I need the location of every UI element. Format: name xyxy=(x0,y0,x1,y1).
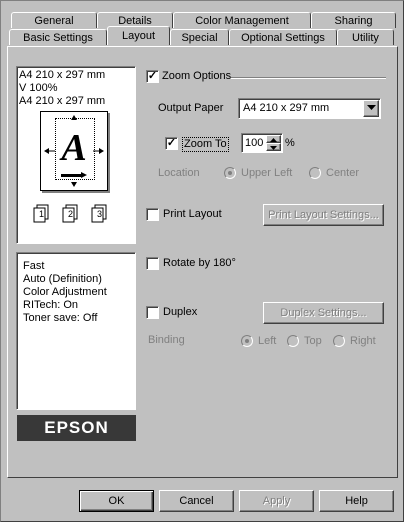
chevron-down-icon xyxy=(366,105,376,111)
print-layout-label: Print Layout xyxy=(163,208,222,220)
arrow-down-icon xyxy=(270,146,277,150)
binding-right-radio[interactable] xyxy=(333,335,345,347)
print-layout-checkbox[interactable] xyxy=(146,208,159,221)
summary-list: Fast Auto (Definition) Color Adjustment … xyxy=(23,260,107,325)
zoom-to-label: Zoom To xyxy=(182,137,229,152)
preview-info: A4 210 x 297 mm V 100% A4 210 x 297 mm xyxy=(19,69,105,108)
tab-layout-label: Layout xyxy=(121,30,156,42)
ok-button[interactable]: OK xyxy=(79,490,154,512)
tab-optional-settings[interactable]: Optional Settings xyxy=(229,29,337,45)
page-preview: A xyxy=(40,111,108,191)
binding-right-label: Right xyxy=(350,335,376,347)
rotate-180-checkbox[interactable] xyxy=(146,257,159,270)
zoom-percent-sign: % xyxy=(285,137,295,149)
tab-special[interactable]: Special xyxy=(170,29,229,45)
tab-optional-settings-label: Optional Settings xyxy=(241,32,325,44)
tab-general[interactable]: General xyxy=(11,12,97,28)
preview-output-line: A4 210 x 297 mm xyxy=(19,95,106,107)
arrow-up-icon xyxy=(270,138,277,142)
help-button[interactable]: Help xyxy=(319,490,394,512)
zoom-options-checkbox[interactable]: ✓ xyxy=(146,70,159,83)
location-label: Location xyxy=(158,167,200,179)
print-layout-settings-button[interactable]: Print Layout Settings... xyxy=(263,204,384,226)
binding-top-label: Top xyxy=(304,335,322,347)
zoom-arrows-icon xyxy=(44,115,104,187)
summary-item: RITech: On xyxy=(23,299,79,311)
tab-utility[interactable]: Utility xyxy=(337,29,394,45)
layout-preview-pane: A4 210 x 297 mm V 100% A4 210 x 297 mm A xyxy=(16,66,136,244)
copy-number-2: 2 xyxy=(68,209,74,219)
tab-color-management-label: Color Management xyxy=(195,15,289,27)
zoom-up-button[interactable] xyxy=(266,135,281,143)
epson-logo: EPSON xyxy=(17,415,136,441)
output-paper-label: Output Paper xyxy=(158,102,224,114)
zoom-options-group-line xyxy=(231,77,386,79)
cancel-button[interactable]: Cancel xyxy=(159,490,234,512)
tab-color-management[interactable]: Color Management xyxy=(173,12,311,28)
output-paper-dropdown-button[interactable] xyxy=(363,100,379,117)
zoom-options-label: Zoom Options xyxy=(162,70,232,82)
binding-left-label: Left xyxy=(258,335,277,347)
location-center-radio[interactable] xyxy=(309,167,321,179)
tab-basic-settings[interactable]: Basic Settings xyxy=(9,29,107,45)
tab-special-label: Special xyxy=(181,32,218,44)
rotate-180-label: Rotate by 180° xyxy=(163,257,236,269)
zoom-down-button[interactable] xyxy=(266,143,281,151)
summary-item: Toner save: Off xyxy=(23,312,98,324)
copy-number-3: 3 xyxy=(97,209,103,219)
location-center-label: Center xyxy=(326,167,360,179)
summary-item: Fast xyxy=(23,260,45,272)
zoom-percent-value: 100 xyxy=(245,137,264,149)
tab-utility-label: Utility xyxy=(352,32,379,44)
duplex-checkbox[interactable] xyxy=(146,306,159,319)
printer-properties-window: General Details Color Management Sharing… xyxy=(0,0,404,522)
duplex-label: Duplex xyxy=(163,306,198,318)
tab-sharing[interactable]: Sharing xyxy=(311,12,396,28)
zoom-to-checkbox[interactable]: ✓ xyxy=(165,137,178,150)
summary-item: Color Adjustment xyxy=(23,286,107,298)
collate-pages-icon xyxy=(33,204,107,223)
zoom-percent-spinner[interactable]: 100 xyxy=(241,133,283,153)
tab-general-label: General xyxy=(34,15,74,27)
duplex-settings-button[interactable]: Duplex Settings... xyxy=(263,302,384,324)
location-upper-left-radio[interactable] xyxy=(224,167,236,179)
location-upper-left-label: Upper Left xyxy=(241,167,293,179)
copy-number-1: 1 xyxy=(39,209,45,219)
binding-top-radio[interactable] xyxy=(287,335,299,347)
preview-paper-line: A4 210 x 297 mm xyxy=(19,69,106,81)
preview-zoom-line: V 100% xyxy=(19,82,58,94)
tab-basic-settings-label: Basic Settings xyxy=(23,32,93,44)
summary-item: Auto (Definition) xyxy=(23,273,102,285)
tab-layout[interactable]: Layout xyxy=(107,26,170,45)
output-paper-select[interactable]: A4 210 x 297 mm xyxy=(238,98,381,119)
settings-summary-pane: Fast Auto (Definition) Color Adjustment … xyxy=(16,252,136,410)
tab-sharing-label: Sharing xyxy=(334,15,373,27)
binding-left-radio[interactable] xyxy=(241,335,253,347)
apply-button[interactable]: Apply xyxy=(239,490,314,512)
output-paper-value: A4 210 x 297 mm xyxy=(243,102,330,114)
binding-label: Binding xyxy=(148,334,185,346)
